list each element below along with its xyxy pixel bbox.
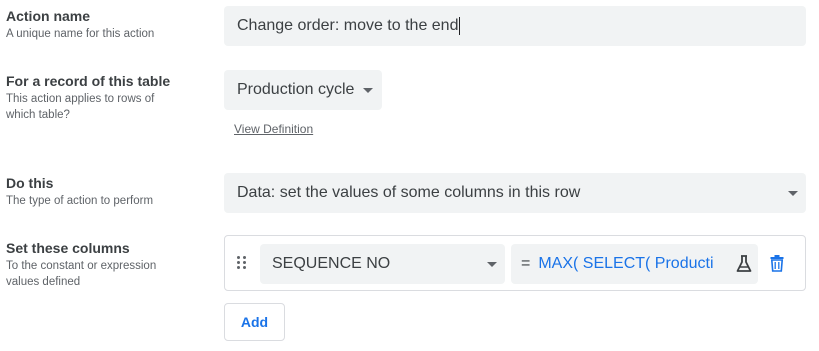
table-description: This action applies to rows of which tab… (6, 93, 155, 121)
caret-down-icon (363, 87, 374, 93)
caret-down-icon (487, 262, 497, 267)
add-column-button[interactable]: Add (224, 303, 285, 341)
action-name-value: Change order: move to the end (237, 17, 459, 34)
column-select[interactable]: SEQUENCE NO (260, 244, 505, 284)
action-name-title: Action name (6, 8, 91, 24)
do-this-select-value: Data: set the values of some columns in … (237, 184, 581, 201)
view-definition-link[interactable]: View Definition (234, 122, 313, 136)
set-columns-description: To the constant or expression values def… (6, 260, 157, 288)
do-this-description: The type of action to perform (6, 195, 154, 207)
table-select-value: Production cycle (237, 81, 355, 98)
drag-handle-icon[interactable] (237, 256, 247, 270)
column-assignment-row: SEQUENCE NO = MAX( SELECT( Producti (224, 235, 806, 291)
equals-operator: = (521, 255, 531, 272)
set-columns-title: Set these columns (6, 240, 130, 256)
expression-value: MAX( SELECT( Producti (538, 255, 714, 272)
expression-input[interactable]: = MAX( SELECT( Producti (511, 244, 758, 284)
table-select[interactable]: Production cycle (224, 70, 382, 110)
text-cursor (459, 17, 461, 35)
trash-icon[interactable] (770, 255, 784, 277)
do-this-select[interactable]: Data: set the values of some columns in … (224, 173, 806, 213)
caret-down-icon (788, 191, 798, 196)
action-name-input[interactable]: Change order: move to the end (224, 6, 806, 46)
action-name-description: A unique name for this action (6, 28, 155, 40)
flask-icon[interactable] (736, 255, 752, 278)
table-title: For a record of this table (6, 73, 171, 89)
column-select-value: SEQUENCE NO (272, 255, 391, 272)
do-this-title: Do this (6, 175, 54, 191)
